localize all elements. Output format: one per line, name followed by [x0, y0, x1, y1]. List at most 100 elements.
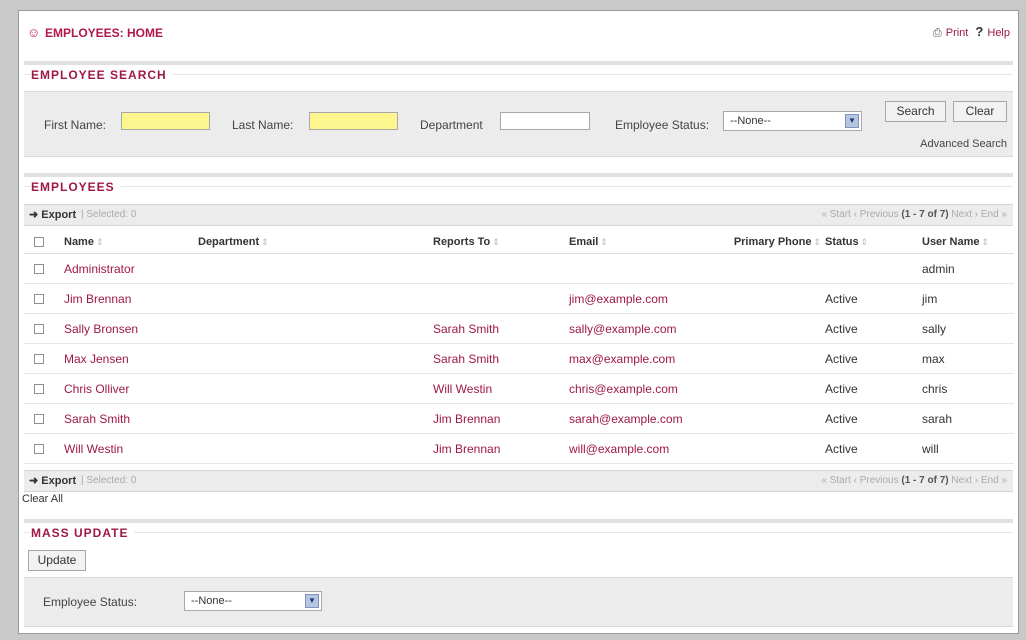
sort-icon: ⇕	[492, 236, 500, 247]
row-checkbox[interactable]	[34, 444, 44, 455]
mass-employee-status-label: Employee Status:	[43, 595, 138, 609]
last-name-input[interactable]	[309, 112, 398, 130]
department-input[interactable]	[500, 112, 590, 130]
employees-title: EMPLOYEES	[31, 180, 121, 194]
email-link[interactable]: max@example.com	[569, 343, 713, 374]
employee-name-link[interactable]: Chris Olliver	[64, 373, 198, 404]
select-all-checkbox[interactable]	[34, 236, 44, 247]
start-link[interactable]: « Start	[821, 475, 850, 486]
email-link[interactable]: chris@example.com	[569, 373, 713, 404]
employee-name-link[interactable]: Jim Brennan	[64, 283, 198, 314]
username-cell: max	[922, 343, 1014, 374]
page-range: (1 - 7 of 7)	[901, 475, 949, 486]
reports-to-link[interactable]	[433, 253, 569, 284]
employee-name-link[interactable]: Sarah Smith	[64, 403, 198, 434]
employee-name-link[interactable]: Will Westin	[64, 433, 198, 464]
username-cell: will	[922, 433, 1014, 464]
chevron-down-icon[interactable]: ▼	[305, 594, 319, 608]
next-link[interactable]: Next ›	[951, 475, 978, 486]
employee-name-link[interactable]: Administrator	[64, 253, 198, 284]
section-divider	[24, 186, 1013, 187]
first-name-input[interactable]	[121, 112, 210, 130]
export-button[interactable]: ➜ Export	[29, 474, 76, 487]
username-cell: chris	[922, 373, 1014, 404]
column-header-name[interactable]: Name ⇕	[64, 230, 198, 254]
column-header-user-name[interactable]: User Name ⇕	[922, 230, 1014, 254]
clear-button[interactable]: Clear	[953, 101, 1007, 122]
table-row: Chris Olliver Will Westin chris@example.…	[24, 373, 1014, 404]
column-header-department[interactable]: Department ⇕	[198, 230, 433, 254]
email-link[interactable]: jim@example.com	[569, 283, 713, 314]
row-checkbox[interactable]	[34, 354, 44, 365]
phone-cell	[713, 403, 825, 434]
page-range: (1 - 7 of 7)	[901, 209, 949, 220]
export-button[interactable]: ➜ Export	[29, 208, 76, 221]
end-link[interactable]: End »	[981, 475, 1007, 486]
row-checkbox[interactable]	[34, 264, 44, 275]
start-link[interactable]: « Start	[821, 209, 850, 220]
question-mark-icon[interactable]: ?	[975, 24, 983, 39]
help-link[interactable]: Help	[987, 27, 1010, 39]
row-checkbox[interactable]	[34, 414, 44, 425]
employees-table: Name ⇕ Department ⇕ Reports To ⇕ Email ⇕ Pri…	[24, 230, 1014, 464]
previous-link[interactable]: ‹ Previous	[854, 209, 899, 220]
department-label: Department	[420, 118, 483, 132]
reports-to-link[interactable]: Jim Brennan	[433, 403, 569, 434]
employee-name-link[interactable]: Max Jensen	[64, 343, 198, 374]
last-name-label: Last Name:	[232, 118, 294, 132]
search-button[interactable]: Search	[885, 101, 946, 122]
employee-status-select[interactable]: --None-- ▼	[723, 111, 862, 131]
advanced-search-link[interactable]: Advanced Search	[920, 138, 1007, 150]
next-link[interactable]: Next ›	[951, 209, 978, 220]
table-row: Administrator admin	[24, 253, 1014, 284]
phone-cell	[713, 283, 825, 314]
email-link[interactable]	[569, 253, 713, 284]
printer-icon[interactable]: ⎙	[933, 27, 942, 39]
email-link[interactable]: will@example.com	[569, 433, 713, 464]
row-checkbox[interactable]	[34, 294, 44, 305]
phone-cell	[713, 373, 825, 404]
reports-to-link[interactable]: Sarah Smith	[433, 343, 569, 374]
status-cell: Active	[825, 283, 922, 314]
table-row: Max Jensen Sarah Smith max@example.com A…	[24, 343, 1014, 374]
reports-to-link[interactable]: Sarah Smith	[433, 313, 569, 344]
page-title: EMPLOYEES: HOME	[45, 26, 164, 40]
sort-icon: ⇕	[95, 236, 104, 247]
mass-employee-status-select[interactable]: --None-- ▼	[184, 591, 322, 611]
reports-to-link[interactable]: Will Westin	[433, 373, 569, 404]
status-cell	[825, 253, 922, 284]
update-button[interactable]: Update	[28, 550, 86, 571]
reports-to-link[interactable]: Jim Brennan	[433, 433, 569, 464]
mass-employee-status-value: --None--	[191, 595, 232, 607]
employee-name-link[interactable]: Sally Bronsen	[64, 313, 198, 344]
end-link[interactable]: End »	[981, 209, 1007, 220]
employees-icon: ☺	[27, 25, 41, 40]
employees-window: ☺ EMPLOYEES: HOME ⎙ Print ? Help EMPLOYEE …	[18, 10, 1019, 634]
email-link[interactable]: sally@example.com	[569, 313, 713, 344]
previous-link[interactable]: ‹ Previous	[854, 475, 899, 486]
phone-cell	[713, 313, 825, 344]
selected-count: | Selected: 0	[81, 475, 137, 486]
status-cell: Active	[825, 433, 922, 464]
section-divider	[24, 532, 1013, 533]
department-cell	[198, 313, 433, 344]
export-arrow-icon: ➜	[29, 209, 39, 221]
column-header-primary-phone[interactable]: Primary Phone ⇕	[713, 230, 825, 254]
selected-count: | Selected: 0	[81, 209, 137, 220]
print-link[interactable]: Print	[946, 27, 969, 39]
pagination: « Start ‹ Previous (1 - 7 of 7) Next › E…	[821, 475, 1007, 486]
column-header-reports-to[interactable]: Reports To ⇕	[433, 230, 569, 254]
email-link[interactable]: sarah@example.com	[569, 403, 713, 434]
employee-status-label: Employee Status:	[615, 118, 710, 132]
clear-all-link[interactable]: Clear All	[22, 493, 63, 505]
phone-cell	[713, 433, 825, 464]
reports-to-link[interactable]	[433, 283, 569, 314]
table-row: Will Westin Jim Brennan will@example.com…	[24, 433, 1014, 464]
column-header-email[interactable]: Email ⇕	[569, 230, 713, 254]
row-checkbox[interactable]	[34, 384, 44, 395]
row-checkbox[interactable]	[34, 324, 44, 335]
chevron-down-icon[interactable]: ▼	[845, 114, 859, 128]
column-header-status[interactable]: Status ⇕	[825, 230, 922, 254]
mass-update-header: MASS UPDATE	[24, 519, 1013, 541]
top-links: ⎙ Print ? Help	[929, 24, 1010, 40]
